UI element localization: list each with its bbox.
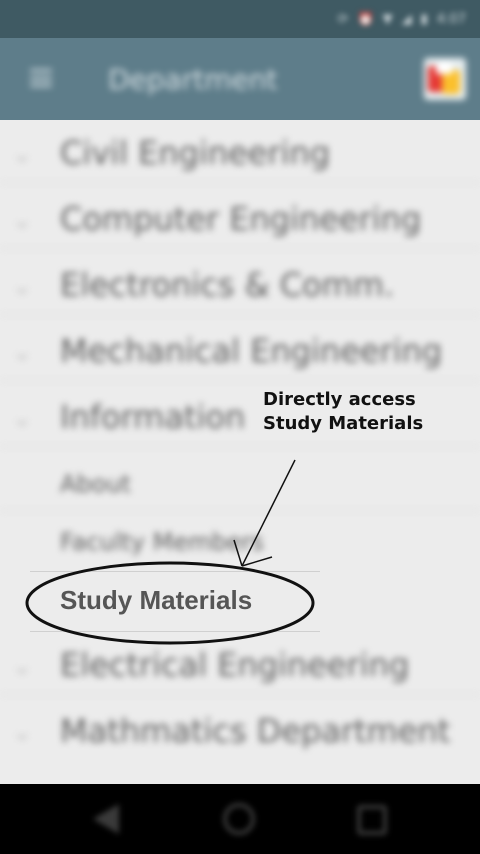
chevron-icon: ⌄: [12, 338, 33, 366]
alarm-icon: ⏰: [357, 11, 374, 27]
wifi-icon: ◢: [401, 11, 412, 27]
chevron-icon: ⌄: [12, 404, 33, 432]
divider: [30, 631, 320, 632]
sync-icon: ⟳: [337, 11, 349, 27]
status-time: 4:07: [436, 11, 466, 27]
battery-icon: ▮: [420, 11, 428, 27]
chevron-icon: ⌄: [12, 206, 33, 234]
recents-icon[interactable]: [357, 805, 387, 835]
chevron-icon: ⌄: [12, 272, 33, 300]
list-item-study-materials[interactable]: Study Materials: [60, 585, 252, 616]
annotation-line-2: Study Materials: [263, 413, 424, 434]
navigation-bar: [0, 784, 480, 854]
status-bar: ⟳ ⏰ ▼ ◢ ▮ 4:07: [0, 0, 480, 38]
department-list: ⌄ Civil Engineering ⌄ Computer Engineeri…: [0, 120, 480, 784]
page-title: Department: [108, 63, 278, 96]
app-bar: Department: [0, 38, 480, 120]
annotation-callout: Directly access Study Materials: [263, 388, 423, 436]
app-logo-icon: [424, 58, 466, 100]
home-icon[interactable]: [223, 803, 255, 835]
annotation-line-1: Directly access: [263, 389, 416, 410]
chevron-icon: ⌄: [12, 140, 33, 168]
chevron-icon: ⌄: [12, 718, 33, 746]
status-icons: ⟳ ⏰ ▼ ◢ ▮ 4:07: [338, 0, 466, 38]
signal-icon: ▼: [382, 11, 393, 27]
menu-icon[interactable]: [30, 69, 52, 87]
back-icon[interactable]: [93, 804, 119, 834]
chevron-icon: ⌄: [12, 652, 33, 680]
divider: [30, 571, 320, 572]
